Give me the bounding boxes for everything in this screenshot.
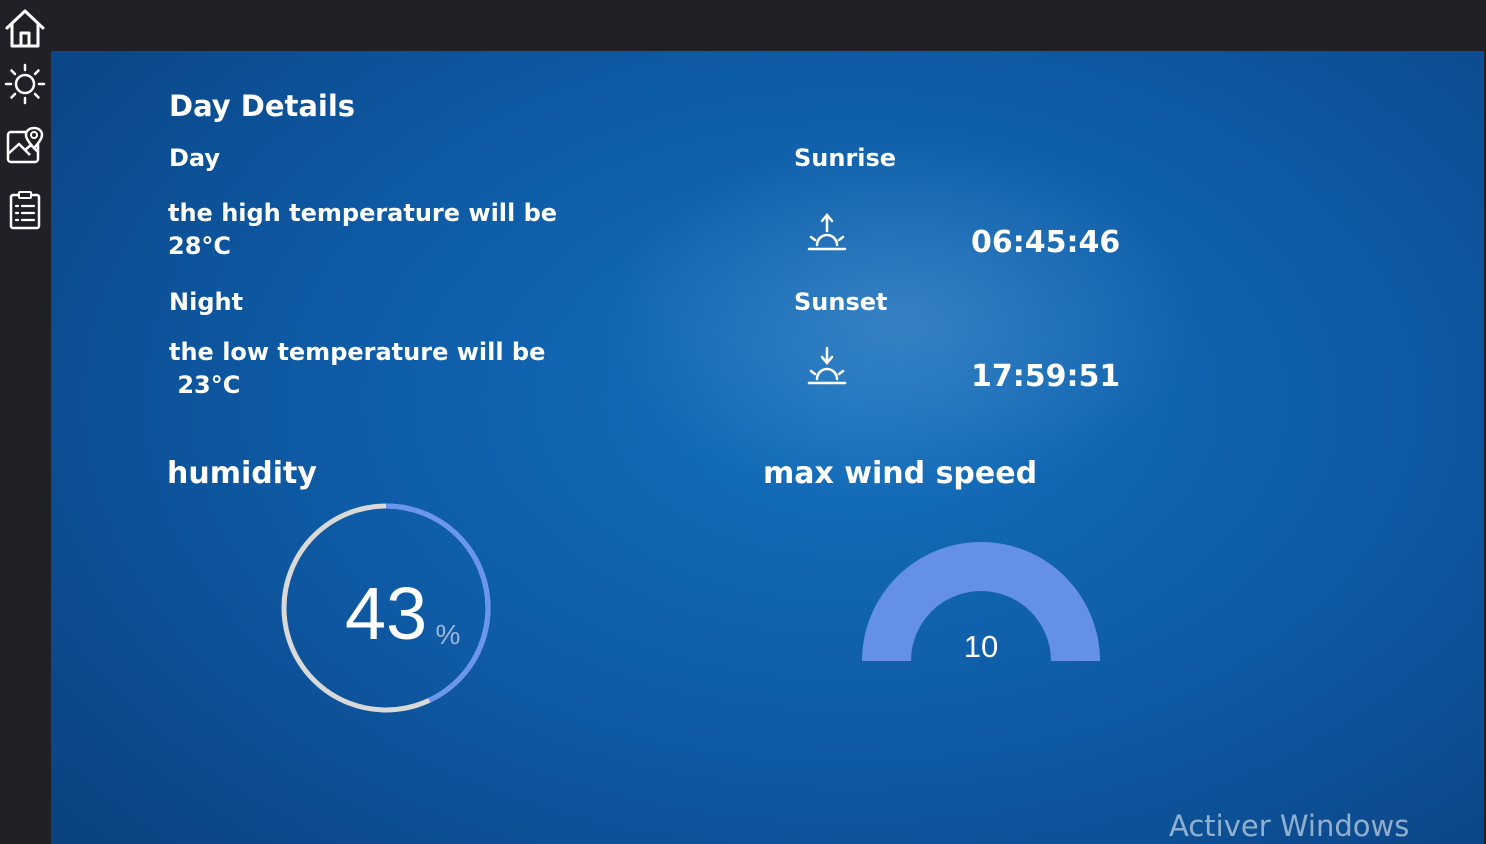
- humidity-unit: %: [436, 619, 461, 650]
- day-label: Day: [169, 144, 221, 172]
- sidebar: [0, 0, 51, 844]
- nav-weather-button[interactable]: [0, 56, 50, 112]
- sunrise-label: Sunrise: [794, 144, 897, 172]
- nav-home-button[interactable]: [0, 0, 50, 56]
- sunset-label: Sunset: [794, 288, 888, 316]
- humidity-value: 43: [345, 572, 427, 655]
- activate-windows-watermark: Activer Windows: [1169, 809, 1410, 843]
- page-title: Day Details: [169, 89, 356, 123]
- wind-title: max wind speed: [763, 456, 1038, 491]
- night-label: Night: [169, 288, 244, 316]
- sun-icon: [4, 63, 46, 105]
- sunset-icon: [807, 346, 847, 385]
- day-details-page: Day Details Day the high temperature wil…: [51, 51, 1484, 844]
- wind-gauge: 10: [862, 542, 1100, 664]
- sunrise-icon: [807, 213, 847, 251]
- humidity-gauge: 43 %: [281, 503, 491, 713]
- wind-value: 10: [964, 629, 998, 664]
- map-icon: [6, 126, 44, 164]
- nav-map-button[interactable]: [0, 118, 50, 174]
- nav-list-button[interactable]: [0, 182, 50, 238]
- sunset-time: 17:59:51: [971, 359, 1121, 394]
- humidity-title: humidity: [167, 456, 317, 491]
- day-high-temperature-text: the high temperature will be 28°C: [168, 199, 558, 260]
- sunrise-time: 06:45:46: [971, 225, 1121, 260]
- title-bar: [0, 0, 1486, 51]
- clipboard-list-icon: [9, 191, 41, 230]
- home-icon: [5, 9, 45, 48]
- night-low-temperature-text: the low temperature will be 23°C: [169, 338, 546, 399]
